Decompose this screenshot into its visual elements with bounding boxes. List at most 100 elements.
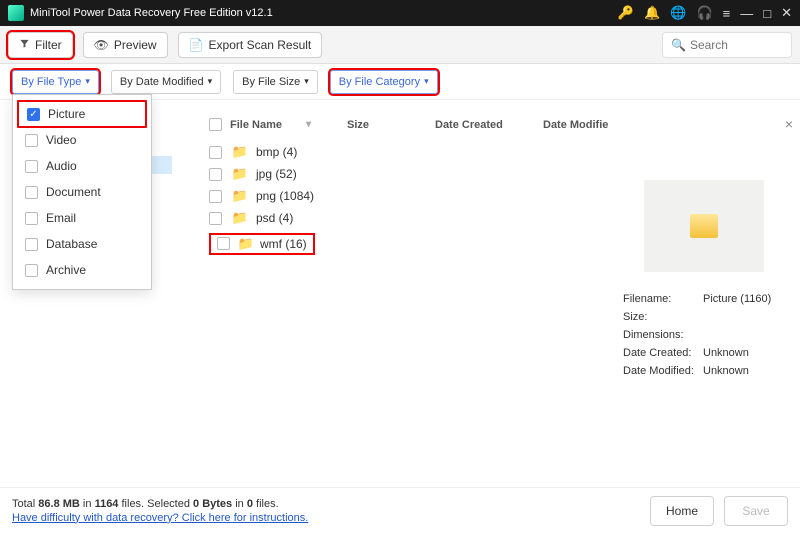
menu-item-archive[interactable]: Archive [13,257,151,283]
folder-icon: 📁 [232,145,248,159]
search-icon: 🔍 [671,38,686,52]
table-row[interactable]: 📁 png (1084) [209,185,623,207]
by-size-label: By File Size [242,76,300,88]
chevron-down-icon: ▾ [208,76,213,87]
menu-icon[interactable]: ≡ [723,6,731,21]
by-category-label: By File Category [339,76,420,88]
checkbox-database[interactable] [25,238,38,251]
preview-label: Preview [114,38,157,52]
status-text: Total 86.8 MB in 1164 files. Selected 0 … [12,498,308,510]
filename-label: Filename: [623,293,703,305]
menu-label: Document [46,185,101,199]
export-label: Export Scan Result [209,38,312,52]
folder-icon: 📁 [232,167,248,181]
by-file-category-dropdown[interactable]: By File Category ▾ [330,70,438,94]
table-row[interactable]: 📁 psd (4) [209,207,623,229]
chevron-down-icon: ▾ [304,76,309,87]
checkbox-audio[interactable] [25,160,38,173]
menu-item-audio[interactable]: Audio [13,153,151,179]
file-list: File Name ▾ Size Date Created Date Modif… [209,112,623,487]
by-type-label: By File Type [21,76,81,88]
chevron-down-icon: ▾ [424,76,429,87]
menu-label: Audio [46,159,77,173]
file-label: bmp (4) [256,145,297,159]
col-name[interactable]: File Name [230,119,282,131]
table-row[interactable]: 📁 jpg (52) [209,163,623,185]
by-file-size-dropdown[interactable]: By File Size ▾ [233,70,318,94]
row-checkbox[interactable] [217,237,230,250]
file-label: jpg (52) [256,167,297,181]
export-button[interactable]: 📄 Export Scan Result [178,32,323,58]
modified-label: Date Modified: [623,365,703,377]
checkbox-email[interactable] [25,212,38,225]
col-created[interactable]: Date Created [435,119,535,131]
close-icon[interactable]: ✕ [781,5,792,21]
file-header: File Name ▾ Size Date Created Date Modif… [209,112,623,141]
menu-label: Archive [46,263,86,277]
select-all-checkbox[interactable] [209,118,222,131]
col-modified[interactable]: Date Modifie [543,119,623,131]
bell-icon[interactable]: 🔔 [644,5,660,21]
app-logo [8,5,24,21]
help-link[interactable]: Have difficulty with data recovery? Clic… [12,512,308,524]
menu-item-video[interactable]: Video [13,127,151,153]
table-row[interactable]: 📁 wmf (16) [209,229,623,259]
preview-button[interactable]: 👁 Preview [83,32,168,58]
row-checkbox[interactable] [209,190,222,203]
row-checkbox[interactable] [209,212,222,225]
menu-item-database[interactable]: Database [13,231,151,257]
file-label: psd (4) [256,211,293,225]
key-icon[interactable]: 🔑 [618,5,634,21]
row-checkbox[interactable] [209,146,222,159]
filename-value: Picture (1160) [703,293,771,305]
globe-icon[interactable]: 🌐 [670,5,686,21]
menu-item-document[interactable]: Document [13,179,151,205]
folder-icon: 📁 [238,237,254,251]
checkbox-archive[interactable] [25,264,38,277]
folder-icon: 📁 [232,211,248,225]
search-box[interactable]: 🔍 [662,32,792,58]
chevron-down-icon: ▾ [85,76,90,87]
close-panel-icon[interactable]: × [785,116,793,132]
app-title: MiniTool Power Data Recovery Free Editio… [30,7,618,19]
filter-icon [19,38,30,52]
file-label: png (1084) [256,189,314,203]
menu-label: Video [46,133,76,147]
menu-item-picture[interactable]: ✓ Picture [17,100,147,128]
preview-thumbnail [644,180,764,272]
preview-pane: Filename:Picture (1160) Size: Dimensions… [623,112,793,487]
created-label: Date Created: [623,347,703,359]
save-button[interactable]: Save [724,496,788,526]
eye-icon: 👁 [94,38,109,52]
row-checkbox[interactable] [209,168,222,181]
headset-icon[interactable]: 🎧 [696,5,712,21]
sort-arrow-icon[interactable]: ▾ [306,119,311,130]
menu-label: Database [46,237,97,251]
search-input[interactable] [690,38,783,52]
folder-icon: 📁 [232,189,248,203]
preview-meta: Filename:Picture (1160) Size: Dimensions… [623,290,785,380]
menu-label: Email [46,211,76,225]
filter-label: Filter [35,38,62,52]
size-label: Size: [623,311,703,323]
checkbox-picture[interactable]: ✓ [27,108,40,121]
file-type-menu: ✓ Picture Video Audio Document Email Dat… [12,94,152,290]
created-value: Unknown [703,347,749,359]
dimensions-label: Dimensions: [623,329,703,341]
by-date-modified-dropdown[interactable]: By Date Modified ▾ [111,70,221,94]
folder-large-icon [690,214,718,238]
maximize-icon[interactable]: □ [763,6,771,21]
minimize-icon[interactable]: — [740,6,753,21]
checkbox-document[interactable] [25,186,38,199]
file-panel: × File Name ▾ Size Date Created Date Mod… [195,100,800,487]
table-row[interactable]: 📁 bmp (4) [209,141,623,163]
home-button[interactable]: Home [650,496,714,526]
file-label: wmf (16) [260,237,307,251]
col-size[interactable]: Size [347,119,427,131]
filter-button[interactable]: Filter [8,32,73,58]
by-file-type-dropdown[interactable]: By File Type ▾ [12,70,99,94]
checkbox-video[interactable] [25,134,38,147]
menu-item-email[interactable]: Email [13,205,151,231]
titlebar: MiniTool Power Data Recovery Free Editio… [0,0,800,26]
by-date-label: By Date Modified [120,76,204,88]
